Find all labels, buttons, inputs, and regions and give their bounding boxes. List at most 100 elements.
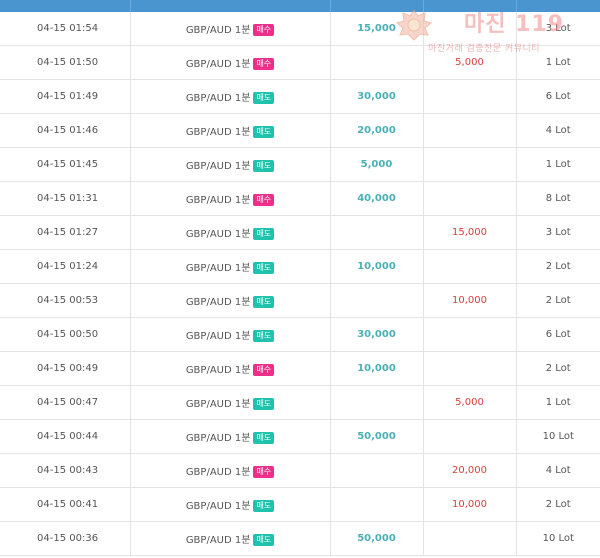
lot-quantity: 2 Lot [515,351,600,386]
trade-item-cell: GBP/AUD 1분 매도 [129,147,330,182]
table-row: 04-15 00:47 GBP/AUD 1분 매도 5,000 1 Lot [0,385,600,420]
trade-item: GBP/AUD 1분 [185,433,251,444]
lot-quantity: 1 Lot [515,147,600,182]
lot-quantity: 6 Lot [515,79,600,114]
table-row: 04-15 01:46 GBP/AUD 1분 매도 20,000 4 Lot [0,113,600,148]
trade-item: GBP/AUD 1분 [185,399,251,410]
lot-quantity: 3 Lot [515,215,600,250]
loss-amount: 10,000 [422,283,516,318]
table-row: 04-15 01:50 GBP/AUD 1분 매수 5,000 1 Lot [0,45,600,80]
trade-item: GBP/AUD 1분 [185,467,251,478]
loss-amount: 10,000 [422,487,516,522]
table-row: 04-15 00:50 GBP/AUD 1분 매도 30,000 6 Lot [0,317,600,352]
table-header-bar [0,0,600,12]
side-badge: 매도 [253,160,275,172]
table-row: 04-15 01:54 GBP/AUD 1분 매수 15,000 3 Lot [0,12,600,46]
side-badge: 매수 [253,58,275,70]
loss-amount [422,249,516,284]
side-badge: 매도 [253,296,275,308]
profit-amount: 40,000 [329,181,423,216]
side-badge: 매도 [253,330,275,342]
side-badge: 매수 [253,194,275,206]
side-badge: 매도 [253,500,275,512]
loss-amount: 5,000 [422,385,516,420]
side-badge: 매도 [253,398,275,410]
trade-time: 04-15 00:53 [0,283,130,318]
profit-amount [329,45,423,80]
profit-amount [329,385,423,420]
table-row: 04-15 01:45 GBP/AUD 1분 매도 5,000 1 Lot [0,147,600,182]
loss-amount [422,147,516,182]
loss-amount [422,521,516,556]
trade-item: GBP/AUD 1분 [185,297,251,308]
profit-amount: 10,000 [329,249,423,284]
trade-time: 04-15 00:50 [0,317,130,352]
trade-item-cell: GBP/AUD 1분 매도 [129,419,330,454]
header-divider [516,0,517,12]
loss-amount [422,181,516,216]
table-row: 04-15 01:24 GBP/AUD 1분 매도 10,000 2 Lot [0,249,600,284]
trade-history-table: 04-15 01:54 GBP/AUD 1분 매수 15,000 3 Lot 04-15 … [0,12,600,556]
trade-time: 04-15 01:24 [0,249,130,284]
loss-amount [422,317,516,352]
trade-item: GBP/AUD 1분 [185,59,251,70]
trade-item-cell: GBP/AUD 1분 매도 [129,283,330,318]
trade-item: GBP/AUD 1분 [185,127,251,138]
side-badge: 매도 [253,126,275,138]
table-row: 04-15 00:36 GBP/AUD 1분 매도 50,000 10 Lot [0,521,600,556]
profit-amount: 10,000 [329,351,423,386]
trade-time: 04-15 00:49 [0,351,130,386]
trade-item-cell: GBP/AUD 1분 매도 [129,79,330,114]
trade-time: 04-15 00:44 [0,419,130,454]
trade-item: GBP/AUD 1분 [185,229,251,240]
lot-quantity: 2 Lot [515,249,600,284]
trade-time: 04-15 01:54 [0,12,130,46]
loss-amount [422,12,516,46]
trade-time: 04-15 00:41 [0,487,130,522]
trade-time: 04-15 01:50 [0,45,130,80]
profit-amount: 20,000 [329,113,423,148]
trade-time: 04-15 01:31 [0,181,130,216]
profit-amount: 50,000 [329,419,423,454]
profit-amount: 15,000 [329,12,423,46]
lot-quantity: 2 Lot [515,283,600,318]
profit-amount: 30,000 [329,79,423,114]
side-badge: 매도 [253,534,275,546]
loss-amount: 15,000 [422,215,516,250]
header-divider [423,0,424,12]
lot-quantity: 4 Lot [515,113,600,148]
table-row: 04-15 01:49 GBP/AUD 1분 매도 30,000 6 Lot [0,79,600,114]
trade-item-cell: GBP/AUD 1분 매도 [129,249,330,284]
side-badge: 매도 [253,92,275,104]
profit-amount: 5,000 [329,147,423,182]
table-row: 04-15 00:43 GBP/AUD 1분 매수 20,000 4 Lot [0,453,600,488]
table-row: 04-15 01:31 GBP/AUD 1분 매수 40,000 8 Lot [0,181,600,216]
side-badge: 매수 [253,466,275,478]
trade-item-cell: GBP/AUD 1분 매수 [129,453,330,488]
header-divider [330,0,331,12]
profit-amount [329,487,423,522]
table-row: 04-15 00:44 GBP/AUD 1분 매도 50,000 10 Lot [0,419,600,454]
profit-amount: 30,000 [329,317,423,352]
lot-quantity: 3 Lot [515,12,600,46]
loss-amount [422,419,516,454]
lot-quantity: 2 Lot [515,487,600,522]
profit-amount [329,283,423,318]
table-row: 04-15 01:27 GBP/AUD 1분 매도 15,000 3 Lot [0,215,600,250]
trade-item: GBP/AUD 1분 [185,161,251,172]
lot-quantity: 4 Lot [515,453,600,488]
trade-time: 04-15 01:49 [0,79,130,114]
trade-item-cell: GBP/AUD 1분 매도 [129,215,330,250]
trade-item: GBP/AUD 1분 [185,535,251,546]
trade-item: GBP/AUD 1분 [185,263,251,274]
trade-item-cell: GBP/AUD 1분 매도 [129,385,330,420]
loss-amount: 20,000 [422,453,516,488]
loss-amount: 5,000 [422,45,516,80]
trade-item: GBP/AUD 1분 [185,501,251,512]
side-badge: 매도 [253,262,275,274]
lot-quantity: 10 Lot [515,419,600,454]
trade-time: 04-15 01:45 [0,147,130,182]
trade-time: 04-15 01:27 [0,215,130,250]
lot-quantity: 1 Lot [515,385,600,420]
trade-rows: 04-15 01:54 GBP/AUD 1분 매수 15,000 3 Lot 04-15 … [0,12,600,556]
